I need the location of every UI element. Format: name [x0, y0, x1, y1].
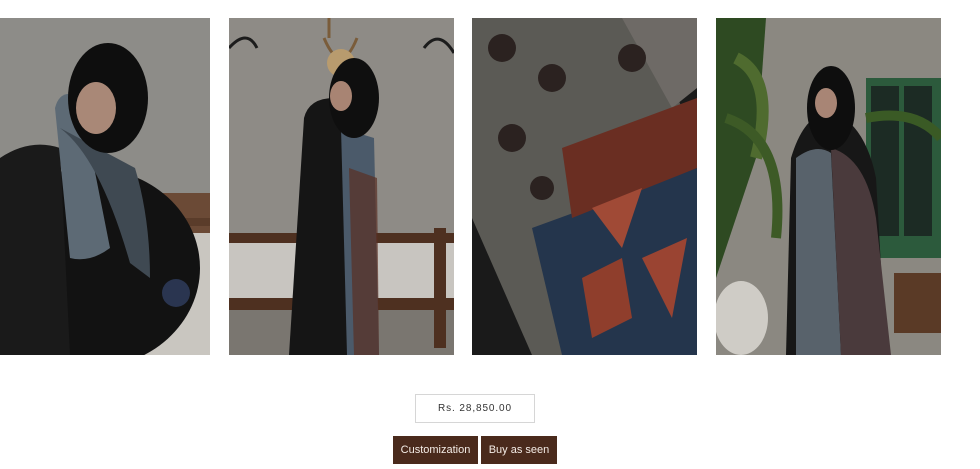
customization-button[interactable]: Customization	[393, 436, 478, 464]
product-image-gallery	[0, 18, 980, 355]
product-photo-3[interactable]	[472, 18, 697, 355]
shawl-closeup-photo-icon	[472, 18, 697, 355]
buy-as-seen-button[interactable]: Buy as seen	[481, 436, 557, 464]
product-photo-2[interactable]	[229, 18, 454, 355]
product-price: Rs. 28,850.00	[415, 394, 535, 423]
woman-plants-photo-icon	[716, 18, 941, 355]
woman-seated-photo-icon	[0, 18, 210, 355]
woman-standing-photo-icon	[229, 18, 454, 355]
product-photo-4[interactable]	[716, 18, 941, 355]
product-photo-1[interactable]	[0, 18, 210, 355]
